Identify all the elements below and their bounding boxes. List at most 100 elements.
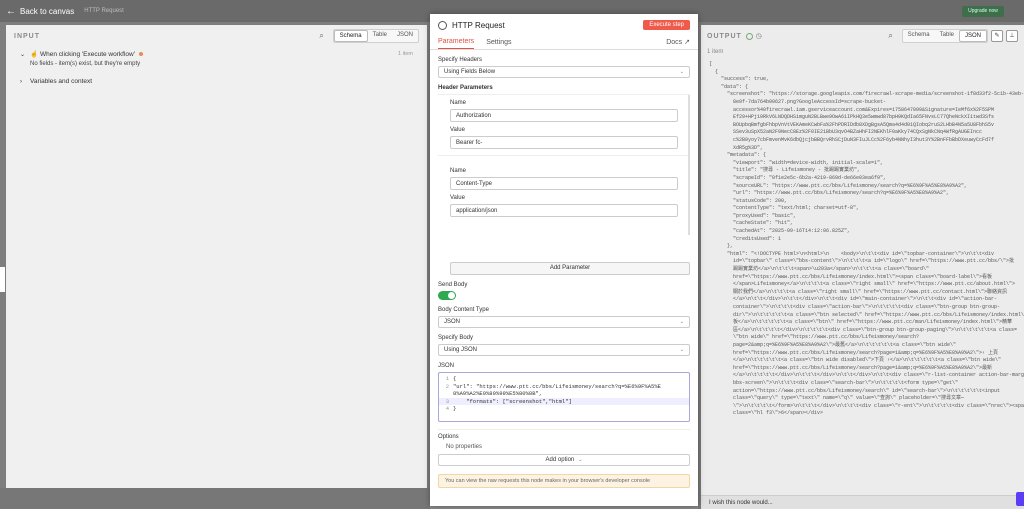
node-title[interactable]: HTTP Request <box>452 21 505 30</box>
body-content-type-label: Body Content Type <box>438 307 489 313</box>
view-json[interactable]: JSON <box>392 30 418 42</box>
json-line: c%2B0yoy7cbFmvenMvK6dbQjcjbBBQrvRhSCjDuN… <box>709 136 995 143</box>
name-label: Name <box>450 100 467 106</box>
view-table[interactable]: Table <box>368 30 392 42</box>
status-dot <box>138 52 143 56</box>
input-panel-backdrop: INPUT ⌕ Schema Table JSON ⌄ ☝ When click… <box>0 22 430 509</box>
left-footer <box>0 488 430 509</box>
json-line: "cachedAt": "2025-09-16T14:12:06.825Z", <box>709 228 851 235</box>
specify-headers-select[interactable]: Using Fields Below ⌄ <box>438 66 690 78</box>
header-name-field[interactable]: Content-Type <box>450 177 678 190</box>
json-line: class=\"query\" type=\"text\" name=\"q\"… <box>709 395 965 402</box>
json-line: \"btn wide\" href=\"https://www.ptt.cc/b… <box>709 334 920 341</box>
json-line: 板</a>\n\t\t\t\t\t<a class=\"btn\" href=\… <box>709 319 1013 326</box>
chevron-down-icon: ⌄ <box>679 347 684 353</box>
tab-parameters[interactable]: Parameters <box>438 38 475 49</box>
tab-settings[interactable]: Settings <box>486 39 511 49</box>
json-line: "creditsUsed": 1 <box>709 235 782 242</box>
send-body-toggle[interactable] <box>438 291 456 300</box>
output-view-switch: Schema Table JSON <box>901 29 988 43</box>
arrow-left-icon: ← <box>6 5 16 17</box>
header-params-label: Header Parameters <box>438 85 493 91</box>
side-tab[interactable] <box>1016 492 1024 506</box>
pointer-icon: ☝ <box>30 51 39 58</box>
node-settings-modal: HTTP Request Execute step Parameters Set… <box>430 14 698 506</box>
specify-body-label: Specify Body <box>438 335 474 341</box>
chevron-right-icon: › <box>20 78 22 85</box>
json-line: "statusCode": 200, <box>709 197 788 204</box>
json-line: "url": "https://www.ptt.cc/bbs/Lifeismon… <box>709 190 950 197</box>
canvas-edge <box>0 267 5 292</box>
view-schema[interactable]: Schema <box>333 30 368 42</box>
edit-icon[interactable]: ✎ <box>991 30 1003 42</box>
chevron-down-icon: ⌄ <box>679 69 684 75</box>
input-view-switch: Schema Table JSON <box>332 29 419 43</box>
back-label: Back to canvas <box>20 6 75 16</box>
chevron-down-icon: ⌄ <box>679 319 684 325</box>
json-line: 踢踢實業坊</a>\n\t\t\t<span>\u203a</span>\n\t… <box>709 266 930 273</box>
header-value-field[interactable]: application/json <box>450 204 678 217</box>
body-content-type-select[interactable]: JSON ⌄ <box>438 316 690 328</box>
json-line: 區</a>\n\t\t\t\t</div>\n\t\t\t\t<div clas… <box>709 326 1018 333</box>
header-name-field[interactable]: Authorization <box>450 109 678 122</box>
options-label: Options <box>438 429 690 440</box>
specify-body-select[interactable]: Using JSON ⌄ <box>438 344 690 356</box>
json-line: "scrapeId": "0f1e2e5c-6b2a-4219-869d-de6… <box>709 174 887 181</box>
check-circle-icon <box>745 32 753 40</box>
header-params-list: Name Authorization Value Bearer fc- Name… <box>438 94 690 258</box>
header-value-field[interactable]: Bearer fc- <box>450 136 678 149</box>
json-line: href=\"https://www.ptt.cc/bbs/Lifeismone… <box>709 349 999 356</box>
json-line: "success": true, <box>709 76 770 83</box>
docs-link[interactable]: Docs ↗ <box>666 38 690 49</box>
no-properties: No properties <box>446 444 483 450</box>
json-line: action=\"https://www.ptt.cc/bbs/Lifeismo… <box>709 387 1001 394</box>
json-line: 8e9f-7da764b00627.png?GoogleAccessId=scr… <box>709 98 887 105</box>
json-line: bbs-screen\">\n\t\t\t<div class=\"search… <box>709 379 959 386</box>
json-line: "data": { <box>709 83 749 90</box>
output-item-count: 1 item <box>707 49 724 55</box>
developer-console-hint: You can view the raw requests this node … <box>438 474 690 488</box>
value-label: Value <box>450 127 465 133</box>
json-line: class=\"hl f3\">6</span></div> <box>709 410 824 417</box>
json-line: href=\"https://www.ptt.cc/bbs/Lifeismone… <box>709 273 993 280</box>
json-line: "cacheState": "hit", <box>709 220 794 227</box>
feedback-bar[interactable]: I wish this node would... <box>701 495 1024 509</box>
view-schema[interactable]: Schema <box>903 30 935 42</box>
header-param-2: Name Content-Type Value application/json <box>438 168 690 217</box>
json-line: "contentType": "text/html; charset=utf-8… <box>709 205 860 212</box>
view-json[interactable]: JSON <box>958 30 987 42</box>
json-line: BOUpbqBmfgbFhbpVnVtVEKAmeKCwbFa%2FhPDRID… <box>709 121 995 128</box>
add-option-select[interactable]: Add option ⌄ <box>438 454 690 466</box>
trigger-row[interactable]: ⌄ ☝ When clicking 'Execute workflow' 1 i… <box>6 47 427 61</box>
send-body-label: Send Body <box>438 282 468 288</box>
pin-icon[interactable]: ⊥ <box>1006 30 1018 42</box>
output-title: OUTPUT <box>707 32 742 40</box>
upgrade-button[interactable]: Upgrade now <box>962 6 1004 17</box>
output-json: [ { "success": true, "data": { "screensh… <box>701 57 1024 477</box>
json-line: SSev3uSpX52aN2F9NecC8Ez%2F0IE21BbU3qvO4B… <box>709 129 983 136</box>
search-icon[interactable]: ⌕ <box>317 31 327 41</box>
workflow-title-ghost: HTTP Request <box>84 8 124 14</box>
add-parameter-button[interactable]: Add Parameter <box>450 262 690 275</box>
json-editor[interactable]: 1{ 2 "url": "https://www.ptt.cc/bbs/Life… <box>438 372 690 422</box>
json-line: \">\n\t\t\t\t</form>\n\t\t\t</div>\n\t\t… <box>709 402 1024 409</box>
variables-row[interactable]: › Variables and context <box>6 75 427 88</box>
back-to-canvas-button[interactable]: ← Back to canvas <box>0 6 74 17</box>
wish-label: I wish this node would... <box>709 499 773 506</box>
json-line: </a>\n\t\t\t\t</div>\n\t\t\t</div>\n\t\t… <box>709 372 1024 379</box>
execute-step-button[interactable]: Execute step <box>643 20 690 30</box>
search-icon[interactable]: ⌕ <box>886 31 896 41</box>
clock-icon: ◷ <box>755 33 762 40</box>
json-line: container\">\n\t\t\t<div class=\"action-… <box>709 304 1001 310</box>
name-label: Name <box>450 168 467 174</box>
variables-label: Variables and context <box>30 78 93 85</box>
json-line: "screenshot": "https://storage.googleapi… <box>709 91 1024 98</box>
header-param-1: Name Authorization Value Bearer fc- <box>438 100 690 149</box>
view-table[interactable]: Table <box>935 30 959 42</box>
output-panel: OUTPUT ◷ ⌕ Schema Table JSON ✎ ⊥ 1 item … <box>701 25 1024 509</box>
trigger-label: When clicking 'Execute workflow' <box>40 50 135 58</box>
json-line: }, <box>709 243 734 250</box>
json-line: href=\"https://www.ptt.cc/bbs/Lifeismone… <box>709 364 993 371</box>
json-line: "sourceURL": "https://www.ptt.cc/bbs/Lif… <box>709 182 968 189</box>
json-line: </a>\n\t\t</div>\n\t\t</div>\n\t\t<div i… <box>709 296 998 303</box>
